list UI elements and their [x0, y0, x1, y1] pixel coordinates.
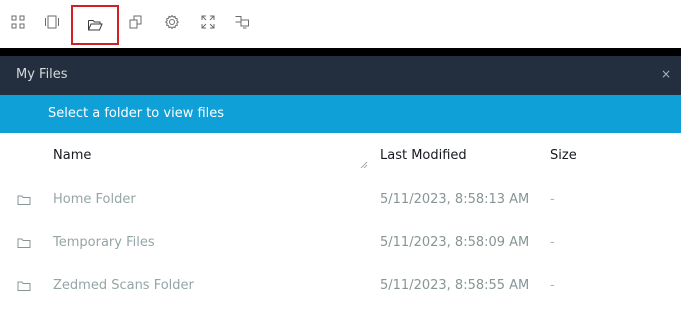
last-modified: 5/11/2023, 8:58:13 AM	[380, 192, 530, 207]
banner-text: Select a folder to view files	[48, 106, 225, 121]
file-name[interactable]: Home Folder	[53, 192, 136, 207]
column-header-last-modified[interactable]: Last Modified	[380, 148, 467, 163]
window-icon[interactable]	[40, 10, 64, 34]
folder-icon	[17, 195, 31, 205]
folder-open-icon[interactable]	[71, 5, 119, 45]
column-header-size[interactable]: Size	[550, 148, 577, 163]
multi-monitor-icon[interactable]	[230, 10, 254, 34]
table-row[interactable]: Home Folder 5/11/2023, 8:58:13 AM -	[0, 180, 681, 222]
my-files-panel: My Files × Select a folder to view files…	[0, 56, 681, 309]
copy-icon[interactable]	[124, 10, 148, 34]
grid-icon[interactable]	[6, 10, 30, 34]
column-header-name[interactable]: Name	[53, 148, 91, 163]
table-header: Name Last Modified Size	[0, 133, 681, 179]
toolbar	[0, 0, 681, 49]
info-banner: Select a folder to view files	[0, 95, 681, 133]
last-modified: 5/11/2023, 8:58:09 AM	[380, 235, 530, 250]
folder-icon	[17, 238, 31, 248]
file-name[interactable]: Zedmed Scans Folder	[53, 278, 194, 293]
file-size: -	[550, 192, 555, 207]
table-row[interactable]: Zedmed Scans Folder 5/11/2023, 8:58:55 A…	[0, 266, 681, 308]
remote-session-bar	[0, 48, 681, 56]
panel-header: My Files ×	[0, 56, 681, 95]
fullscreen-icon[interactable]	[196, 10, 220, 34]
file-name[interactable]: Temporary Files	[53, 235, 155, 250]
file-size: -	[550, 235, 555, 250]
close-icon[interactable]: ×	[661, 67, 671, 81]
folder-icon	[17, 281, 31, 291]
file-size: -	[550, 278, 555, 293]
table-row[interactable]: Temporary Files 5/11/2023, 8:58:09 AM -	[0, 223, 681, 265]
gear-icon[interactable]	[160, 10, 184, 34]
column-resize-handle[interactable]	[360, 161, 368, 169]
last-modified: 5/11/2023, 8:58:55 AM	[380, 278, 530, 293]
panel-title: My Files	[16, 67, 68, 82]
